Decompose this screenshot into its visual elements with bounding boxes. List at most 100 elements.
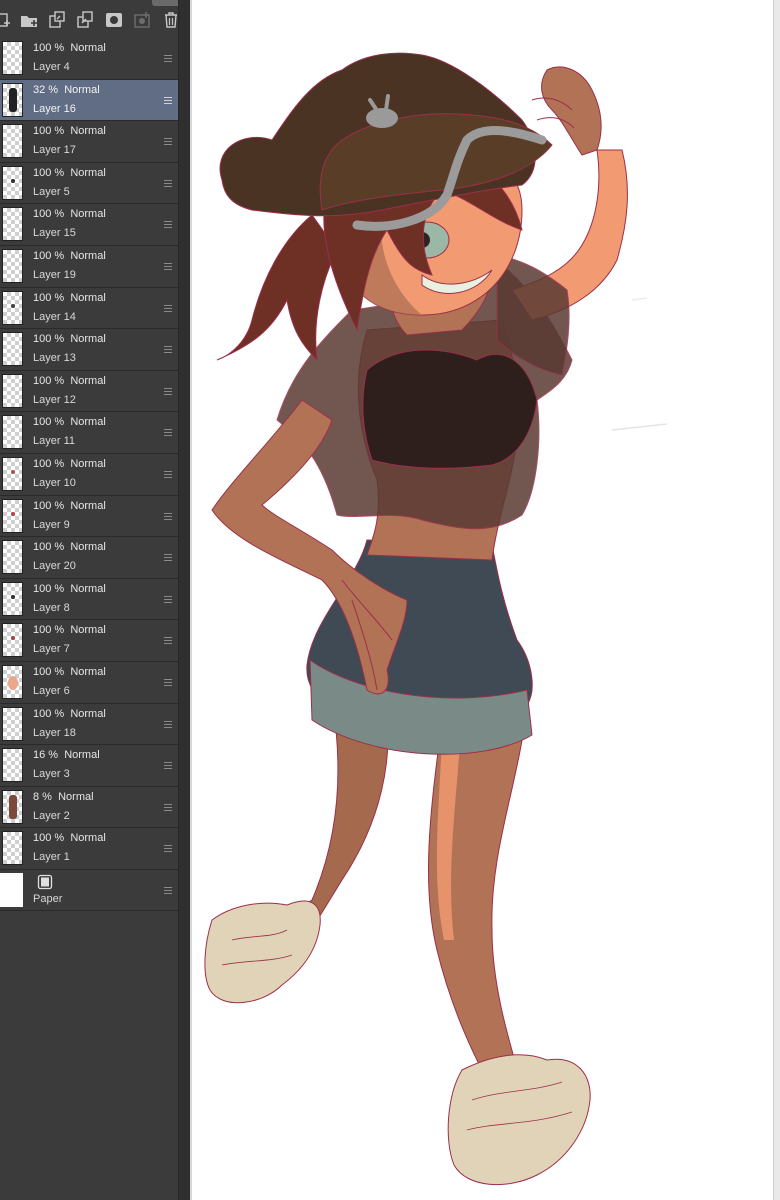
layer-row[interactable]: 100 % Normal Layer 5 — [0, 162, 178, 205]
back-shoe — [204, 900, 321, 1004]
layer-row[interactable]: 100 % Normal Layer 10 — [0, 453, 178, 496]
drag-handle-icon[interactable] — [164, 803, 172, 811]
layer-row[interactable]: 100 % Normal Layer 8 — [0, 578, 178, 621]
apply-mask-button[interactable] — [134, 11, 152, 29]
layer-row[interactable]: 100 % Normal Layer 6 — [0, 661, 178, 704]
layer-name: Layer 15 — [33, 227, 76, 240]
layer-name: Layer 4 — [33, 61, 70, 73]
layer-name: Layer 19 — [33, 268, 76, 281]
drawing-canvas[interactable] — [192, 0, 773, 1200]
layer-thumbnail — [2, 664, 23, 699]
layer-opacity: 100 % — [33, 541, 65, 554]
layer-opacity: 100 % — [33, 125, 65, 138]
new-folder-button[interactable] — [20, 11, 38, 29]
layer-opacity-blend: 100 % Normal — [33, 333, 106, 345]
paper-layer-row[interactable]: Paper — [0, 869, 178, 912]
layer-opacity: 100 % — [33, 374, 65, 387]
merge-layer-button[interactable] — [48, 11, 66, 29]
layer-name: Layer 20 — [33, 560, 76, 573]
layer-thumbnail — [2, 415, 23, 450]
apply-mask-icon — [134, 12, 150, 28]
layer-row[interactable]: 100 % Normal Layer 1 — [0, 828, 178, 870]
layer-name: Layer 6 — [33, 684, 70, 697]
layer-blend-mode: Normal — [64, 83, 100, 96]
layer-blend-mode: Normal — [70, 582, 106, 595]
layer-opacity-blend: 100 % Normal — [33, 208, 106, 220]
drag-handle-icon[interactable] — [164, 554, 172, 562]
drag-handle-icon[interactable] — [164, 845, 172, 853]
thumbnail-content — [9, 87, 17, 112]
sketch-mark — [631, 297, 648, 301]
layer-row[interactable]: 100 % Normal Layer 9 — [0, 495, 178, 538]
drag-handle-icon[interactable] — [164, 138, 172, 146]
drag-handle-icon[interactable] — [164, 595, 172, 603]
layer-row[interactable]: 100 % Normal Layer 11 — [0, 412, 178, 454]
layer-row[interactable]: 100 % Normal Layer 18 — [0, 703, 178, 746]
drag-handle-icon[interactable] — [164, 262, 172, 270]
layer-row[interactable]: 100 % Normal Layer 15 — [0, 204, 178, 246]
thumbnail-content — [8, 675, 18, 690]
layer-opacity: 32 % — [33, 83, 59, 96]
drag-handle-icon[interactable] — [164, 720, 172, 728]
layer-blend-mode: Normal — [70, 374, 106, 387]
layer-row[interactable]: 32 % Normal Layer 16 — [0, 79, 178, 122]
drag-handle-icon[interactable] — [164, 55, 172, 62]
drag-handle-icon[interactable] — [164, 678, 172, 686]
layer-blend-mode: Normal — [70, 291, 106, 304]
layer-thumbnail — [2, 831, 23, 866]
canvas-right-scrollbar[interactable] — [774, 0, 780, 1200]
layer-thumbnail — [2, 290, 23, 325]
layer-row[interactable]: 100 % Normal Layer 17 — [0, 121, 178, 163]
layer-opacity: 100 % — [33, 707, 65, 720]
layer-row[interactable]: 100 % Normal Layer 12 — [0, 370, 178, 413]
layer-row[interactable]: 100 % Normal Layer 14 — [0, 287, 178, 330]
layer-opacity: 100 % — [33, 333, 65, 346]
layer-row[interactable]: 100 % Normal Layer 13 — [0, 329, 178, 371]
layer-opacity: 100 % — [33, 208, 65, 221]
drag-handle-icon[interactable] — [164, 762, 172, 770]
layer-name: Layer 5 — [33, 185, 70, 198]
new-raster-layer-button[interactable] — [0, 11, 12, 29]
layer-row[interactable]: 100 % Normal Layer 19 — [0, 245, 178, 288]
layer-thumbnail — [2, 165, 23, 200]
layer-mask-button[interactable] — [105, 11, 123, 29]
drag-handle-icon[interactable] — [164, 512, 172, 520]
drag-handle-icon[interactable] — [164, 304, 172, 312]
layer-thumbnail — [2, 789, 23, 824]
drag-handle-icon[interactable] — [164, 179, 172, 187]
right-hand — [541, 66, 602, 156]
drag-handle-icon[interactable] — [164, 429, 172, 437]
layer-row[interactable]: 8 % Normal Layer 2 — [0, 786, 178, 829]
layer-panel: 100 % Normal Layer 4 32 % Normal Layer 16 10… — [0, 0, 190, 1200]
drag-handle-icon[interactable] — [164, 470, 172, 478]
drag-handle-icon[interactable] — [164, 886, 172, 894]
layer-name: Layer 2 — [33, 809, 70, 822]
drag-handle-icon[interactable] — [164, 221, 172, 229]
layer-thumbnail — [2, 82, 23, 117]
layer-thumbnail — [2, 540, 23, 575]
layer-mask-icon — [106, 13, 122, 27]
layer-list: 100 % Normal Layer 4 32 % Normal Layer 16 10… — [0, 38, 178, 912]
layer-row[interactable]: 100 % Normal Layer 20 — [0, 537, 178, 579]
layer-row[interactable]: 16 % Normal Layer 3 — [0, 745, 178, 787]
copy-layer-button[interactable] — [76, 11, 94, 29]
layer-name: Layer 10 — [33, 476, 76, 489]
layer-row[interactable]: 100 % Normal Layer 4 — [0, 38, 178, 80]
drag-handle-icon[interactable] — [164, 346, 172, 354]
layer-opacity-blend: 100 % Normal — [33, 708, 106, 720]
drag-handle-icon[interactable] — [164, 387, 172, 395]
layer-opacity: 100 % — [33, 582, 65, 595]
layer-name: Layer 17 — [33, 144, 76, 157]
layer-blend-mode: Normal — [70, 665, 106, 678]
drag-handle-icon[interactable] — [164, 96, 172, 104]
bra — [362, 349, 538, 469]
layer-row[interactable]: 100 % Normal Layer 7 — [0, 620, 178, 662]
layer-opacity-blend: 32 % Normal — [33, 84, 100, 96]
layer-thumbnail — [2, 248, 23, 283]
panel-scrollbar[interactable] — [178, 0, 190, 1200]
layer-opacity-blend: 100 % Normal — [33, 500, 106, 512]
new-folder-icon — [21, 16, 37, 27]
layer-toolbar — [0, 0, 190, 38]
drag-handle-icon[interactable] — [164, 637, 172, 645]
layer-thumbnail — [2, 581, 23, 616]
